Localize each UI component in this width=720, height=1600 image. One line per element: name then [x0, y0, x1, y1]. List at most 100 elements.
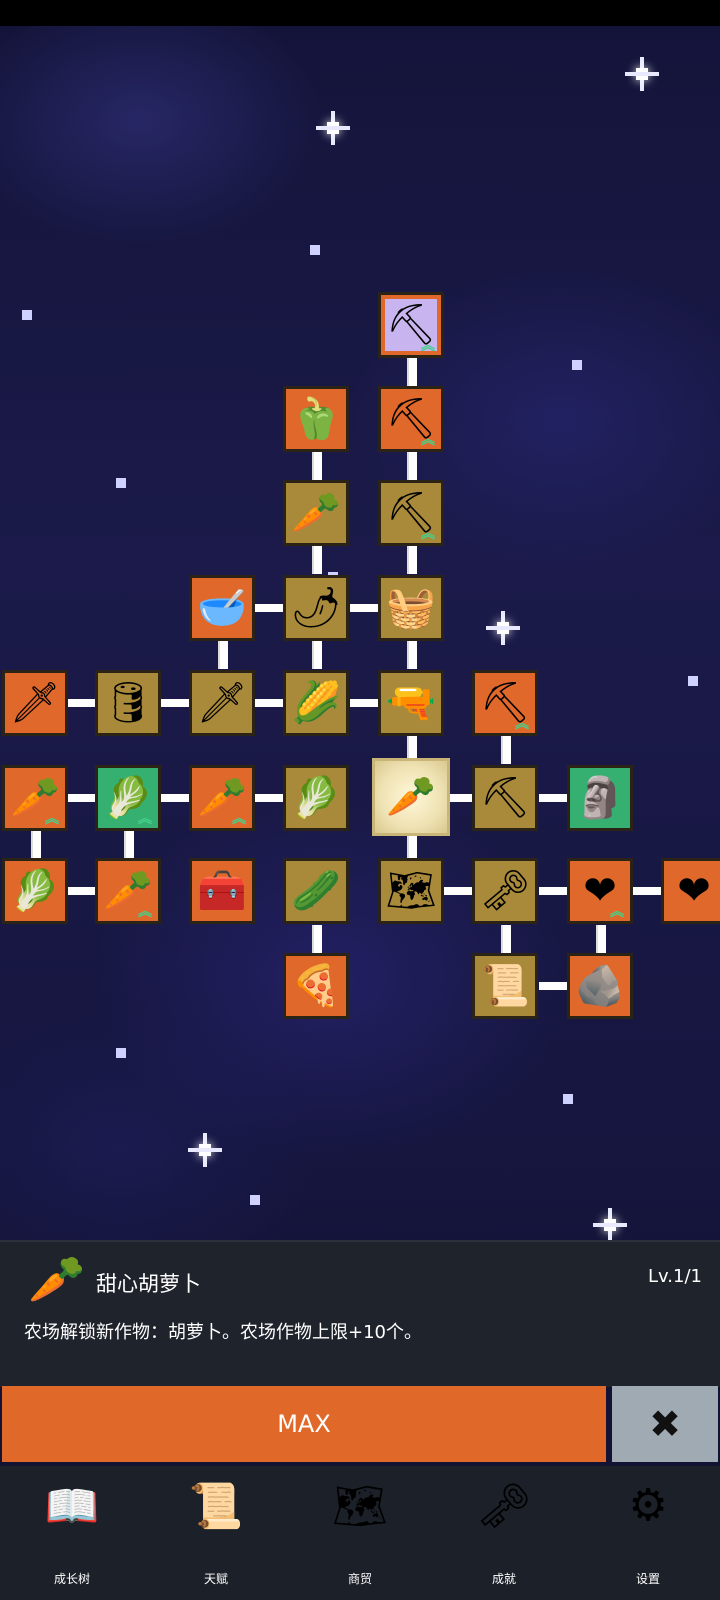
- skill-node[interactable]: 🛢: [95, 670, 161, 736]
- statue-icon: 🗿: [575, 775, 625, 821]
- nav-label: 天赋: [203, 1572, 228, 1586]
- skill-node[interactable]: 🧺: [378, 575, 444, 641]
- nav-label: 商贸: [347, 1572, 372, 1586]
- skill-node[interactable]: ⛏ ︽: [472, 670, 538, 736]
- upgrade-arrow-icon: ︽: [138, 811, 152, 827]
- skill-node[interactable]: 🥣: [189, 575, 255, 641]
- nav-item-2[interactable]: 📜 天赋: [144, 1466, 288, 1600]
- sword-icon: 🗡: [196, 680, 248, 726]
- skill-node[interactable]: 🧰: [189, 858, 255, 924]
- skill-node[interactable]: 🌶: [283, 575, 349, 641]
- skill-node[interactable]: ⛏: [472, 765, 538, 831]
- corn-icon: 🌽: [291, 680, 341, 726]
- skill-node[interactable]: ❤: [661, 858, 720, 924]
- tree-connector: [501, 925, 511, 953]
- skill-node[interactable]: 🥕: [283, 480, 349, 546]
- pizza-icon: 🍕: [291, 963, 341, 1009]
- heart-icon: ❤: [677, 868, 711, 914]
- carrot-icon: 🥕: [386, 774, 436, 820]
- skill-node[interactable]: 🥒: [283, 858, 349, 924]
- leek-icon: 🥒: [291, 868, 341, 914]
- skill-node[interactable]: ❤ ︽: [567, 858, 633, 924]
- tree-connector: [407, 358, 417, 386]
- close-icon: ✖: [649, 1402, 681, 1446]
- carrot-icon: 🥕: [28, 1252, 86, 1306]
- stone-icon: 🪨: [575, 963, 625, 1009]
- cabbage-icon: 🥬: [10, 868, 60, 914]
- nav-item-4[interactable]: 🗝 成就: [432, 1466, 576, 1600]
- tree-connector: [596, 925, 606, 953]
- tree-connector: [67, 794, 95, 802]
- max-button[interactable]: MAX: [2, 1386, 606, 1462]
- skill-node[interactable]: ⛏ ︽: [378, 292, 444, 358]
- tree-connector: [218, 641, 228, 669]
- nav-item-5[interactable]: ⚙ 设置: [576, 1466, 720, 1600]
- skill-node[interactable]: 🥕 ︽: [189, 765, 255, 831]
- tree-connector: [312, 641, 322, 669]
- tree-connector: [444, 887, 472, 895]
- basket-icon: 🧺: [386, 585, 436, 631]
- skill-node[interactable]: 🥬 ︽: [95, 765, 161, 831]
- tree-connector: [161, 794, 189, 802]
- tree-connector: [161, 699, 189, 707]
- skill-node[interactable]: 🗡: [189, 670, 255, 736]
- rifle-icon: 🔫: [386, 680, 436, 726]
- tree-connector: [539, 982, 567, 990]
- skill-node[interactable]: 🗺: [378, 858, 444, 924]
- nav-label: 成长树: [53, 1572, 90, 1586]
- nav-label: 成就: [491, 1572, 516, 1586]
- nav-label: 设置: [635, 1572, 660, 1586]
- tree-connector: [255, 604, 283, 612]
- tree-connector: [67, 887, 95, 895]
- pickaxe-icon: ⛏: [479, 775, 531, 821]
- upgrade-arrow-icon: ︽: [138, 904, 152, 920]
- skill-node[interactable]: 🪨: [567, 953, 633, 1019]
- cabbage-icon: 🥬: [291, 775, 341, 821]
- upgrade-arrow-icon: ︽: [610, 904, 624, 920]
- upgrade-arrow-icon: ︽: [421, 432, 435, 448]
- skill-node[interactable]: 🥕 ︽: [95, 858, 161, 924]
- nav-item-3[interactable]: 🗺 商贸: [288, 1466, 432, 1600]
- tree-connector: [312, 452, 322, 480]
- tree-connector: [633, 887, 661, 895]
- tree-connector: [501, 736, 511, 764]
- skill-node[interactable]: 🔫: [378, 670, 444, 736]
- skill-node[interactable]: 🌽: [283, 670, 349, 736]
- skill-node[interactable]: 🥬: [2, 858, 68, 924]
- bottom-nav: 📖 成长树 📜 天赋 🗺 商贸 🗝 成就 ⚙ 设置: [0, 1466, 720, 1600]
- chili-icon: 🌶: [290, 585, 342, 631]
- skill-node[interactable]: 📜: [472, 953, 538, 1019]
- skill-node[interactable]: ⛏ ︽: [378, 386, 444, 452]
- upgrade-arrow-icon: ︽: [515, 716, 529, 732]
- skill-node[interactable]: 🗿: [567, 765, 633, 831]
- skill-node[interactable]: 🗡: [2, 670, 68, 736]
- close-button[interactable]: ✖: [612, 1386, 718, 1462]
- tree-connector: [539, 794, 567, 802]
- skill-title: 甜心胡萝卜: [96, 1272, 201, 1296]
- tree-connector: [539, 887, 567, 895]
- skill-node[interactable]: 🗝: [472, 858, 538, 924]
- skill-detail-panel: 🥕 甜心胡萝卜 Lv.1/1 农场解锁新作物：胡萝卜。农场作物上限+10个。: [0, 1240, 720, 1387]
- tree-connector: [124, 831, 134, 859]
- key-icon: 🗝: [476, 1481, 532, 1532]
- radish-icon: 🥕: [291, 490, 341, 536]
- upgrade-arrow-icon: ︽: [45, 811, 59, 827]
- skill-node[interactable]: 🥬: [283, 765, 349, 831]
- tree-connector: [407, 546, 417, 574]
- key-icon: 🗝: [479, 868, 531, 914]
- skill-node[interactable]: ⛏ ︽: [378, 480, 444, 546]
- gear-icon: ⚙: [628, 1480, 668, 1531]
- skill-node[interactable]: 🫑: [283, 386, 349, 452]
- tree-connector: [312, 546, 322, 574]
- upgrade-arrow-icon: ︽: [421, 338, 435, 354]
- nav-item-1[interactable]: 📖 成长树: [0, 1466, 144, 1600]
- skill-node-selected[interactable]: 🥕: [372, 758, 450, 836]
- map-icon: 🗺: [332, 1481, 388, 1532]
- map-icon: 🗺: [385, 868, 437, 914]
- bowl-icon: 🥣: [197, 585, 247, 631]
- skill-node[interactable]: 🥕 ︽: [2, 765, 68, 831]
- tree-connector: [255, 699, 283, 707]
- bell-pepper-icon: 🫑: [291, 396, 341, 442]
- scroll-icon: 📜: [480, 963, 530, 1009]
- skill-node[interactable]: 🍕: [283, 953, 349, 1019]
